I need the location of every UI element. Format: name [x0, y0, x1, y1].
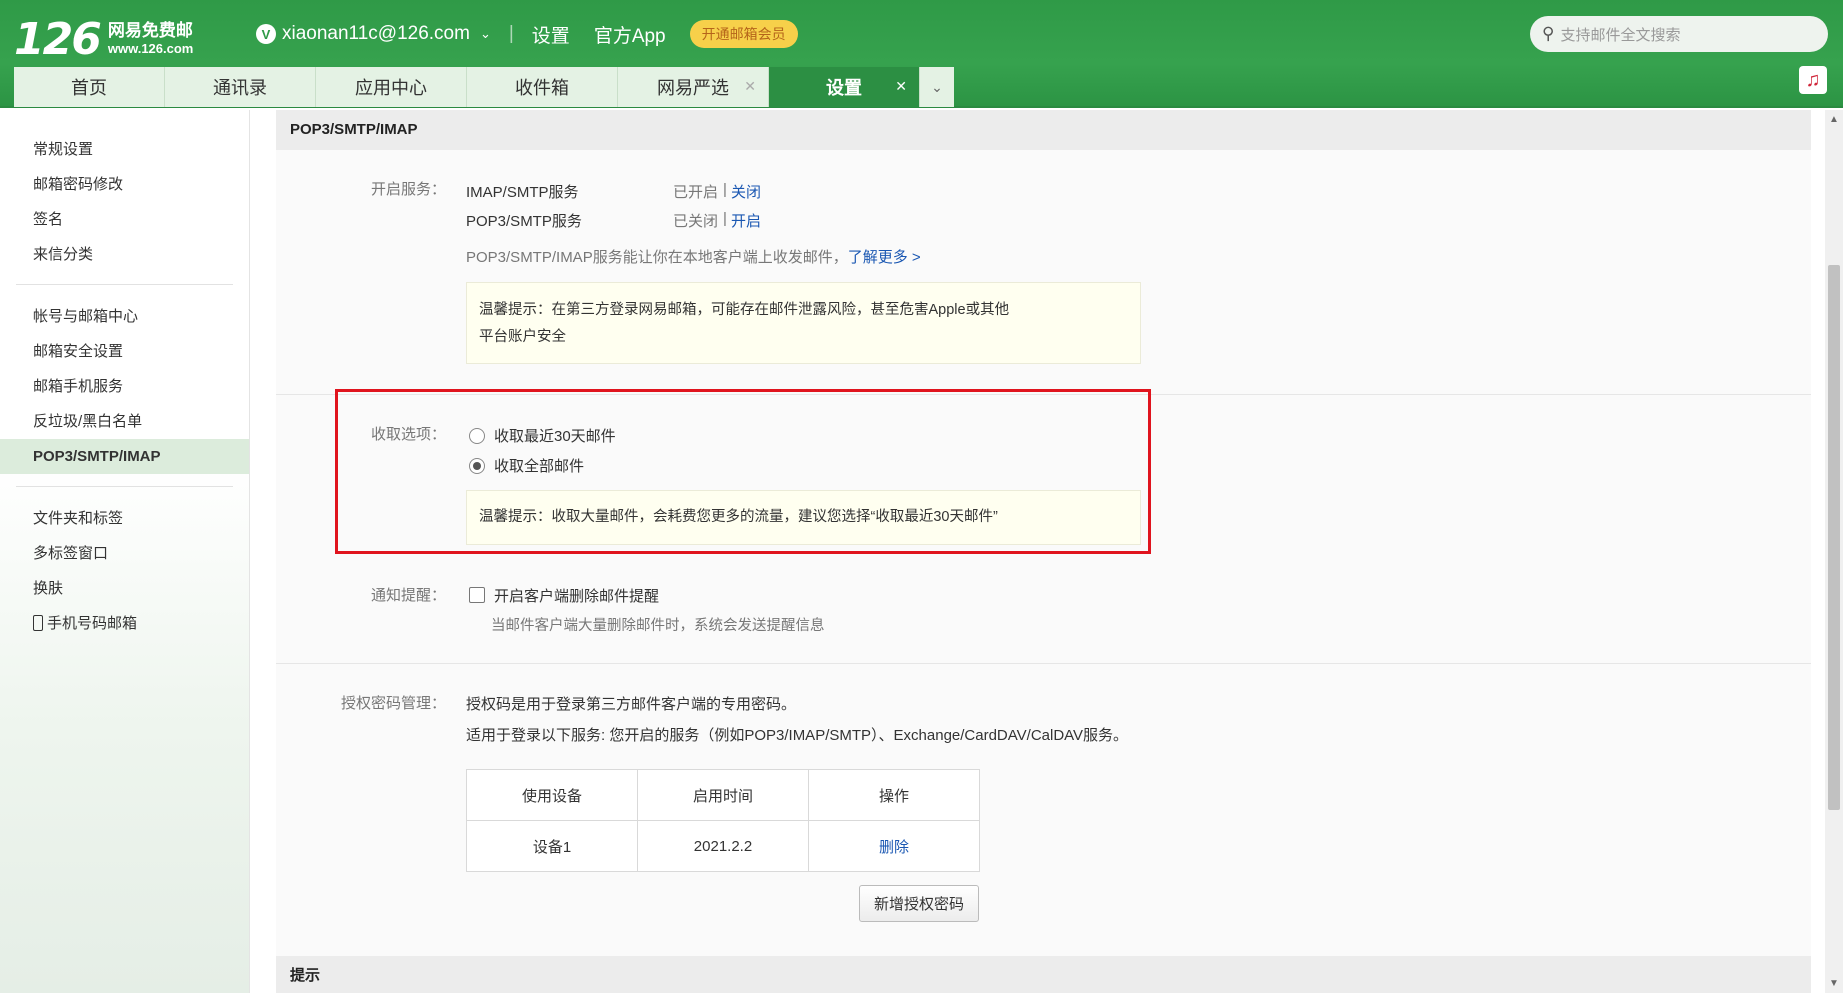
- tab-yanxuan[interactable]: 网易严选 ✕: [618, 67, 769, 107]
- sidebar-item-security[interactable]: 邮箱安全设置: [0, 334, 249, 369]
- delete-action-cell: 删除: [808, 820, 980, 872]
- sidebar-item-antispam[interactable]: 反垃圾/黑白名单: [0, 404, 249, 439]
- table-header-row: 使用设备 启用时间 操作: [466, 769, 980, 821]
- enabled-time-cell: 2021.2.2: [637, 820, 809, 872]
- table-header: 启用时间: [637, 769, 809, 821]
- imap-service-status: 已开启: [673, 184, 719, 201]
- scrollbar-thumb[interactable]: [1828, 265, 1840, 810]
- logo-name: 网易免费邮: [107, 20, 193, 40]
- auth-device-table: 使用设备 启用时间 操作 设备1 2021.2.2 删除: [466, 769, 980, 872]
- risk-tip-line1: 温馨提示：在第三方登录网易邮箱，可能存在邮件泄露风险，甚至危害Apple或其他: [479, 302, 1010, 318]
- sidebar-item-phone-mailbox[interactable]: 手机号码邮箱: [0, 606, 249, 641]
- sidebar-item-password[interactable]: 邮箱密码修改: [0, 167, 249, 202]
- sidebar-item-mobile-service[interactable]: 邮箱手机服务: [0, 369, 249, 404]
- search-input[interactable]: ⚲ 支持邮件全文搜索: [1530, 16, 1828, 52]
- logo-url: www.126.com: [107, 40, 194, 56]
- tips-section-title: 提示: [276, 956, 1811, 993]
- sidebar-item-pop3-smtp-imap[interactable]: POP3/SMTP/IMAP: [0, 439, 249, 474]
- vip-v-icon: V: [256, 24, 276, 44]
- divider: [276, 663, 1811, 664]
- auth-label: 授权密码管理：: [340, 695, 446, 712]
- official-app-link[interactable]: 官方App: [594, 21, 666, 48]
- search-icon: ⚲: [1542, 24, 1555, 43]
- search-placeholder: 支持邮件全文搜索: [1560, 26, 1681, 44]
- page-scrollbar[interactable]: ▲ ▼: [1825, 110, 1843, 993]
- sidebar-item-multi-tab[interactable]: 多标签窗口: [0, 536, 249, 571]
- pop3-toggle-link[interactable]: 开启: [731, 210, 761, 231]
- tab-settings[interactable]: 设置 ✕: [769, 67, 920, 107]
- device-name-cell: 设备1: [466, 820, 638, 872]
- account-email[interactable]: xiaonan11c@126.com: [282, 23, 470, 45]
- settings-sidebar: 常规设置 邮箱密码修改 签名 来信分类 帐号与邮箱中心 邮箱安全设置 邮箱手机服…: [0, 110, 250, 993]
- sidebar-item-mail-filter[interactable]: 来信分类: [0, 237, 249, 272]
- tab-more-chevron-icon[interactable]: ⌄: [920, 67, 954, 107]
- delete-link[interactable]: 删除: [879, 839, 909, 856]
- notify-checkbox[interactable]: [469, 587, 485, 603]
- risk-tip: 温馨提示：在第三方登录网易邮箱，可能存在邮件泄露风险，甚至危害Apple或其他 …: [466, 282, 1141, 364]
- imap-toggle-link[interactable]: 关闭: [731, 181, 761, 202]
- sidebar-item-folders-tags[interactable]: 文件夹和标签: [0, 501, 249, 536]
- sidebar-item-general[interactable]: 常规设置: [0, 132, 249, 167]
- add-auth-password-button[interactable]: 新增授权密码: [859, 885, 980, 922]
- pop3-service-name: POP3/SMTP服务: [466, 213, 582, 230]
- table-header: 使用设备: [466, 769, 638, 821]
- pop3-service-status: 已关闭: [673, 213, 719, 230]
- imap-service-name: IMAP/SMTP服务: [466, 184, 579, 201]
- auth-description-1: 授权码是用于登录第三方邮件客户端的专用密码。: [466, 696, 797, 713]
- sidebar-group-account: 帐号与邮箱中心 邮箱安全设置 邮箱手机服务 反垃圾/黑白名单 POP3/SMTP…: [0, 285, 249, 474]
- settings-link[interactable]: 设置: [532, 21, 570, 48]
- vip-button[interactable]: 开通邮箱会员: [689, 20, 798, 48]
- tab-contacts[interactable]: 通讯录: [165, 67, 316, 107]
- chevron-down-icon[interactable]: ⌄: [480, 26, 491, 42]
- close-icon[interactable]: ✕: [744, 78, 756, 95]
- tab-inbox[interactable]: 收件箱: [467, 67, 618, 107]
- risk-tip-line2: 平台账户安全: [479, 329, 566, 345]
- music-icon[interactable]: ♫: [1799, 66, 1827, 94]
- learn-more-link[interactable]: 了解更多 >: [848, 249, 921, 266]
- logo-number: 126: [14, 14, 102, 65]
- section-title: POP3/SMTP/IMAP: [276, 110, 1811, 150]
- highlight-box: [335, 389, 1151, 554]
- notify-label: 通知提醒：: [370, 587, 446, 604]
- notify-description: 当邮件客户端大量删除邮件时，系统会发送提醒信息: [491, 618, 825, 634]
- close-icon[interactable]: ✕: [895, 78, 907, 95]
- table-header: 操作: [808, 769, 980, 821]
- separator: |: [508, 23, 514, 44]
- auth-description-2: 适用于登录以下服务: 您开启的服务（例如POP3/IMAP/SMTP）、Exch…: [466, 727, 1129, 744]
- phone-icon: [33, 615, 43, 631]
- sidebar-group-misc: 文件夹和标签 多标签窗口 换肤 手机号码邮箱: [0, 487, 249, 641]
- top-header: 126 网易免费邮 www.126.com V xiaonan11c@126.c…: [0, 0, 1843, 108]
- notify-checkbox-label[interactable]: 开启客户端删除邮件提醒: [494, 585, 659, 606]
- service-description: POP3/SMTP/IMAP服务能让你在本地客户端上收发邮件，: [466, 249, 848, 266]
- sidebar-item-signature[interactable]: 签名: [0, 202, 249, 237]
- settings-content: POP3/SMTP/IMAP 开启服务： IMAP/SMTP服务 已开启 | 关…: [251, 110, 1825, 993]
- sidebar-group-general: 常规设置 邮箱密码修改 签名 来信分类: [0, 110, 249, 272]
- table-row: 设备1 2021.2.2 删除: [466, 820, 980, 872]
- sidebar-item-skin[interactable]: 换肤: [0, 571, 249, 606]
- tab-home[interactable]: 首页: [14, 67, 165, 107]
- tab-bar: 首页 通讯录 应用中心 收件箱 网易严选 ✕ 设置 ✕ ⌄: [14, 67, 954, 107]
- account-bar: V xiaonan11c@126.com ⌄ | 设置 官方App 开通邮箱会员: [256, 20, 798, 48]
- service-label: 开启服务：: [370, 181, 446, 198]
- scroll-up-icon[interactable]: ▲: [1829, 114, 1839, 125]
- tab-app-center[interactable]: 应用中心: [316, 67, 467, 107]
- logo[interactable]: 126 网易免费邮 www.126.com: [14, 14, 193, 65]
- sidebar-item-account-center[interactable]: 帐号与邮箱中心: [0, 299, 249, 334]
- scroll-down-icon[interactable]: ▼: [1829, 978, 1839, 989]
